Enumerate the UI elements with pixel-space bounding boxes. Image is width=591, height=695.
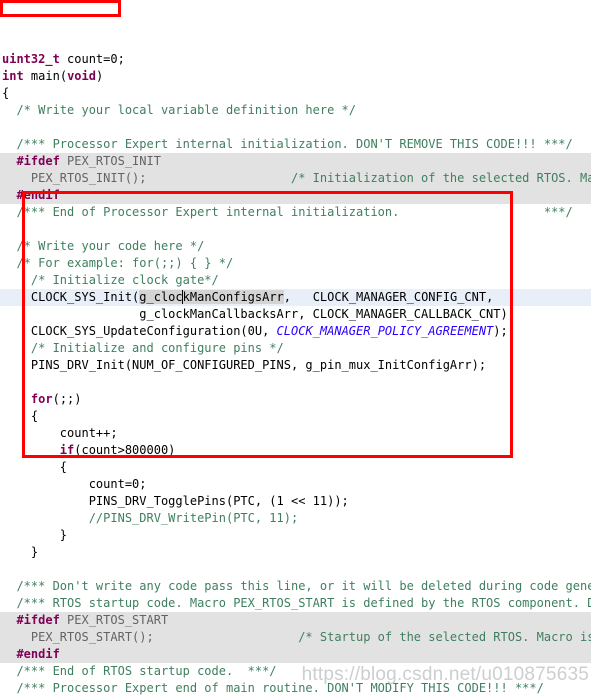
code-line[interactable]: [0, 561, 591, 578]
code-token-plain: );: [493, 324, 508, 338]
code-token-prepro: #ifdef: [16, 154, 60, 168]
code-line[interactable]: uint32_t count=0;: [0, 51, 591, 68]
code-token-type: uint32_t: [2, 52, 60, 66]
code-token-keyword: void: [67, 69, 96, 83]
code-token-inactive-ident: PEX_RTOS_INIT: [59, 154, 161, 168]
code-line[interactable]: {: [0, 459, 591, 476]
code-line[interactable]: PEX_RTOS_INIT(); /* Initialization of th…: [0, 170, 591, 187]
red-annotation-box-declaration: [0, 0, 121, 17]
code-token-keyword: if: [59, 443, 75, 457]
code-line[interactable]: #ifdef PEX_RTOS_START: [0, 612, 591, 629]
code-token-ident: main: [30, 69, 60, 83]
code-token-plain: {: [2, 86, 10, 100]
code-line[interactable]: /* For example: for(;;) { } */: [0, 255, 591, 272]
code-token-plain: {: [2, 409, 39, 423]
occurrence-highlight: g_clockManConfigsArr: [139, 290, 284, 304]
code-line[interactable]: CLOCK_SYS_UpdateConfiguration(0U, CLOCK_…: [0, 323, 591, 340]
code-token-comment: /* Write your local variable definition …: [2, 103, 357, 117]
code-token-plain: PINS_DRV_Init(NUM_OF_CONFIGURED_PINS, g_…: [2, 358, 487, 372]
code-line[interactable]: #endif: [0, 646, 591, 663]
code-token-inactive-ident: PEX_RTOS_START: [59, 613, 169, 627]
code-line[interactable]: count=0;: [0, 476, 591, 493]
code-token-plain: (count>800000): [74, 443, 176, 457]
code-token-comment: /* Initialization of the selected RTOS. …: [290, 171, 591, 185]
code-line[interactable]: [0, 374, 591, 391]
code-token-comment: /* Initialize clock gate*/: [2, 273, 219, 287]
code-token-comment: /*** RTOS startup code. Macro PEX_RTOS_S…: [16, 596, 591, 610]
code-line[interactable]: }: [0, 544, 591, 561]
code-token-plain: PINS_DRV_TogglePins(PTC, (1 << 11));: [2, 494, 349, 508]
code-line[interactable]: g_clockManCallbacksArr, CLOCK_MANAGER_CA…: [0, 306, 591, 323]
code-token-plain: count=0;: [59, 52, 125, 66]
code-token-comment: /*** Processor Expert end of main routin…: [2, 681, 544, 695]
code-line[interactable]: /*** Processor Expert internal initializ…: [0, 136, 591, 153]
code-line[interactable]: [0, 119, 591, 136]
code-token-comment: /* Initialize and configure pins */: [2, 341, 284, 355]
code-token-prepro: #endif: [16, 188, 60, 202]
code-token-plain: count=0;: [2, 477, 147, 491]
code-token-plain: ): [95, 69, 104, 83]
code-token-inactive-ident: PEX_RTOS_INIT();: [2, 171, 147, 185]
code-line[interactable]: PEX_RTOS_START(); /* Startup of the sele…: [0, 629, 591, 646]
code-line[interactable]: /*** Don't write any code pass this line…: [0, 578, 591, 595]
code-line[interactable]: /*** End of RTOS startup code. ***/: [0, 663, 591, 680]
code-token-macro: CLOCK_MANAGER_POLICY_AGREEMENT: [276, 324, 494, 338]
code-token-plain: {: [2, 460, 68, 474]
code-text-surface[interactable]: uint32_t count=0; int main(void){ /* Writ…: [0, 51, 591, 695]
code-line[interactable]: /* Write your local variable definition …: [0, 102, 591, 119]
code-token-keyword: for: [30, 392, 53, 406]
code-line[interactable]: count++;: [0, 425, 591, 442]
code-line[interactable]: /* Write your code here */: [0, 238, 591, 255]
code-line[interactable]: /*** Processor Expert end of main routin…: [0, 680, 591, 695]
code-line[interactable]: {: [0, 85, 591, 102]
token-text: g_cloc: [139, 290, 183, 304]
code-line[interactable]: PINS_DRV_TogglePins(PTC, (1 << 11));: [0, 493, 591, 510]
code-line[interactable]: //PINS_DRV_WritePin(PTC, 11);: [0, 510, 591, 527]
code-token-plain: CLOCK_SYS_Init(: [2, 290, 140, 304]
code-line[interactable]: #endif: [0, 187, 591, 204]
code-token-comment: /* Write your code here */: [2, 239, 205, 253]
code-line[interactable]: PINS_DRV_Init(NUM_OF_CONFIGURED_PINS, g_…: [0, 357, 591, 374]
code-line[interactable]: /*** RTOS startup code. Macro PEX_RTOS_S…: [0, 595, 591, 612]
code-token-comment: //PINS_DRV_WritePin(PTC, 11);: [2, 511, 299, 525]
code-token-plain: }: [2, 545, 39, 559]
code-line[interactable]: if(count>800000): [0, 442, 591, 459]
code-token-comment: /*** Don't write any code pass this line…: [16, 579, 591, 593]
code-token-plain: count++;: [2, 426, 118, 440]
code-line[interactable]: }: [0, 527, 591, 544]
code-line[interactable]: #ifdef PEX_RTOS_INIT: [0, 153, 591, 170]
code-editor-viewport[interactable]: uint32_t count=0; int main(void){ /* Writ…: [0, 0, 591, 695]
code-token-comment: /* For example: for(;;) { } */: [2, 256, 234, 270]
code-line[interactable]: /* Initialize clock gate*/: [0, 272, 591, 289]
code-token-plain: CLOCK_SYS_UpdateConfiguration(0U,: [2, 324, 277, 338]
code-token-comment: /* Startup of the selected RTOS. Macro i…: [298, 630, 591, 644]
code-token-plain: g_clockManCallbacksArr, CLOCK_MANAGER_CA…: [2, 307, 515, 321]
code-token-comment: /*** End of Processor Expert internal in…: [2, 205, 573, 219]
code-token-comment: /*** End of RTOS startup code. ***/: [2, 664, 277, 678]
code-token-plain: (: [59, 69, 68, 83]
code-token-inactive-ident: PEX_RTOS_START();: [2, 630, 154, 644]
code-line[interactable]: int main(void): [0, 68, 591, 85]
code-token-comment: /*** Processor Expert internal initializ…: [2, 137, 573, 151]
code-token-prepro: #ifdef: [16, 613, 60, 627]
code-line[interactable]: CLOCK_SYS_Init(g_clockManConfigsArr, CLO…: [0, 289, 591, 306]
code-token-plain: , CLOCK_MANAGER_CONFIG_CNT,: [283, 290, 494, 304]
code-line[interactable]: [0, 221, 591, 238]
code-token-plain: (;;): [52, 392, 82, 406]
code-line[interactable]: {: [0, 408, 591, 425]
code-token-prepro: #endif: [16, 647, 60, 661]
code-token-keyword: int: [2, 69, 24, 83]
token-text: kManConfigsArr: [182, 290, 284, 304]
code-line[interactable]: /*** End of Processor Expert internal in…: [0, 204, 591, 221]
code-line[interactable]: for(;;): [0, 391, 591, 408]
code-token-plain: }: [2, 528, 68, 542]
code-line[interactable]: /* Initialize and configure pins */: [0, 340, 591, 357]
